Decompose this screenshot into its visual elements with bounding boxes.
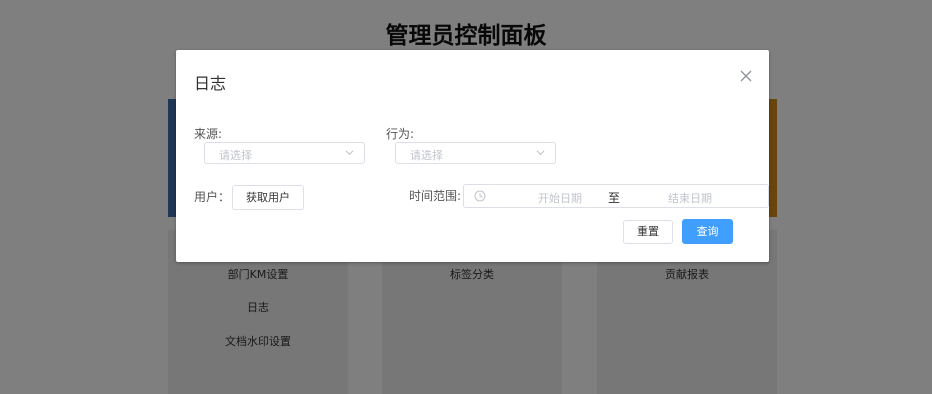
- search-button[interactable]: 查询: [682, 219, 733, 244]
- action-select[interactable]: 请选择: [395, 142, 556, 164]
- user-label: 用户：: [194, 190, 231, 204]
- source-select-placeholder: 请选择: [219, 149, 252, 162]
- clock-icon: [474, 190, 486, 202]
- log-dialog: 日志 来源: 请选择 行为: 请选择 用户： 获取用户 时间范围: 开始日期 至…: [176, 50, 769, 262]
- end-date-input[interactable]: 结束日期: [654, 190, 726, 206]
- close-icon[interactable]: [737, 68, 755, 86]
- chevron-down-icon: [536, 150, 545, 156]
- dialog-title: 日志: [194, 74, 227, 93]
- range-separator: 至: [607, 191, 620, 205]
- date-range-picker[interactable]: 开始日期 至 结束日期: [463, 184, 769, 208]
- reset-button[interactable]: 重置: [623, 220, 673, 244]
- close-icon-glyph: [740, 70, 752, 82]
- source-label: 来源:: [194, 127, 223, 141]
- start-date-input[interactable]: 开始日期: [524, 190, 596, 206]
- action-select-placeholder: 请选择: [410, 149, 443, 162]
- source-select[interactable]: 请选择: [204, 142, 365, 164]
- time-range-label: 时间范围:: [409, 189, 462, 203]
- chevron-down-icon: [345, 150, 354, 156]
- get-user-button[interactable]: 获取用户: [232, 185, 304, 210]
- action-label: 行为:: [386, 127, 415, 141]
